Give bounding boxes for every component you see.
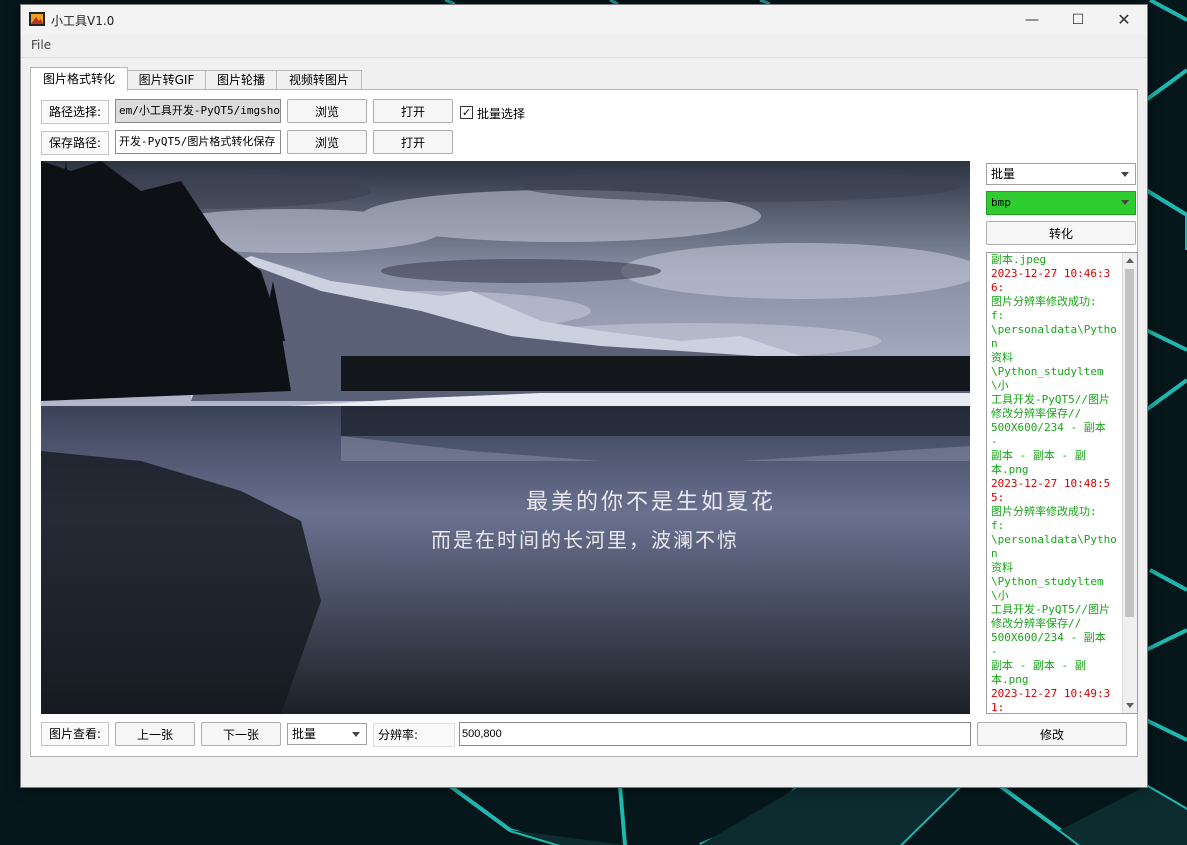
modify-button[interactable]: 修改 xyxy=(977,722,1127,746)
menu-bar: File xyxy=(21,35,1147,58)
format-combo[interactable]: bmp xyxy=(986,191,1136,215)
log-line: 500X600/234 - 副本 - xyxy=(991,631,1106,658)
app-window: 小工具V1.0 — ☐ ✕ File 图片格式转化 图片转GIF 图片轮播 视频… xyxy=(20,4,1148,788)
log-timestamp: 2023-12-27 10:46:36: xyxy=(991,267,1111,294)
resolution-label: 分辨率: xyxy=(373,723,455,747)
log-line: 工具开发-PyQT5//图片 xyxy=(991,603,1110,616)
tab-image-slideshow[interactable]: 图片轮播 xyxy=(205,70,277,90)
log-line: 资料 xyxy=(991,351,1013,364)
app-logo-icon xyxy=(29,12,45,26)
log-line: \Python_studyltem\小 xyxy=(991,365,1104,392)
tab-image-format[interactable]: 图片格式转化 xyxy=(30,67,128,91)
log-line: f: xyxy=(991,309,1005,322)
log-line: 副本 - 副本 - 副 xyxy=(991,449,1086,462)
log-line: \personaldata\Python xyxy=(991,533,1117,560)
log-line: 500X600/234 - 副本 - xyxy=(991,421,1106,448)
maximize-icon[interactable]: ☐ xyxy=(1055,5,1101,35)
next-image-button[interactable]: 下一张 xyxy=(201,722,281,746)
scroll-down-icon[interactable] xyxy=(1126,703,1134,708)
save-path-input[interactable]: 开发-PyQT5/图片格式转化保存 xyxy=(115,130,281,154)
path-browse-button[interactable]: 浏览 xyxy=(287,99,367,123)
resolution-input[interactable]: 500,800 xyxy=(459,722,971,746)
view-mode-combo[interactable]: 批量 xyxy=(287,723,367,745)
path-open-button[interactable]: 打开 xyxy=(373,99,453,123)
prev-image-button[interactable]: 上一张 xyxy=(115,722,195,746)
log-line: 工具开发-PyQT5//图片 xyxy=(991,393,1110,406)
log-scrollbar[interactable] xyxy=(1122,253,1137,713)
log-timestamp: 2023-12-27 10:48:55: xyxy=(991,477,1111,504)
log-line: 资料 xyxy=(991,561,1013,574)
status-bar xyxy=(21,765,1147,787)
log-line: \personaldata\Python xyxy=(991,323,1117,350)
title-bar[interactable]: 小工具V1.0 — ☐ ✕ xyxy=(21,5,1147,35)
log-line: 本.png xyxy=(991,463,1029,476)
batch-select-checkbox[interactable]: ✓ 批量选择 xyxy=(460,105,550,121)
tab-video-to-image[interactable]: 视频转图片 xyxy=(276,70,362,90)
scroll-thumb[interactable] xyxy=(1125,269,1134,617)
chevron-down-icon xyxy=(352,732,360,737)
log-line: 图片分辨率修改成功: xyxy=(991,295,1097,308)
log-lines: 副本.jpeg 2023-12-27 10:46:36: 图片分辨率修改成功: f: \… xyxy=(991,253,1117,714)
preview-photo: 最美的你不是生如夏花 而是在时间的长河里，波澜不惊 xyxy=(41,161,970,714)
chevron-down-icon xyxy=(1121,200,1129,205)
chevron-down-icon xyxy=(1121,172,1129,177)
log-line: 修改分辨率保存// xyxy=(991,407,1082,420)
checkbox-check-icon[interactable]: ✓ xyxy=(460,106,473,119)
tab-image-to-gif[interactable]: 图片转GIF xyxy=(127,70,206,90)
path-input[interactable]: em/小工具开发-PyQT5/imgshow xyxy=(115,99,281,123)
save-open-button[interactable]: 打开 xyxy=(373,130,453,154)
photo-caption-line2: 而是在时间的长河里，波澜不惊 xyxy=(431,528,739,552)
mode-combo-value: 批量 xyxy=(991,167,1016,181)
log-timestamp: 2023-12-27 10:49:31: xyxy=(991,687,1111,714)
minimize-icon[interactable]: — xyxy=(1009,5,1055,35)
window-title: 小工具V1.0 xyxy=(51,14,115,28)
view-label: 图片查看: xyxy=(41,722,109,746)
close-icon[interactable]: ✕ xyxy=(1101,5,1147,35)
save-browse-button[interactable]: 浏览 xyxy=(287,130,367,154)
convert-button[interactable]: 转化 xyxy=(986,221,1136,245)
menu-file[interactable]: File xyxy=(31,38,51,52)
log-line: 副本 - 副本 - 副 xyxy=(991,659,1086,672)
tab-panel: 路径选择: em/小工具开发-PyQT5/imgshow 浏览 打开 ✓ 批量选… xyxy=(30,89,1138,757)
photo-caption-line1: 最美的你不是生如夏花 xyxy=(526,490,776,515)
scroll-up-icon[interactable] xyxy=(1126,258,1134,263)
log-line: 修改分辨率保存// xyxy=(991,617,1082,630)
format-combo-value: bmp xyxy=(991,196,1011,209)
batch-select-label: 批量选择 xyxy=(477,107,526,121)
log-line: 图片分辨率修改成功: xyxy=(991,505,1097,518)
log-line: \Python_studyltem\小 xyxy=(991,575,1104,602)
save-path-label: 保存路径: xyxy=(41,131,109,155)
log-output[interactable]: 副本.jpeg 2023-12-27 10:46:36: 图片分辨率修改成功: f: \… xyxy=(986,252,1138,714)
mode-combo[interactable]: 批量 xyxy=(986,163,1136,185)
log-line: 本.png xyxy=(991,673,1029,686)
image-preview: 最美的你不是生如夏花 而是在时间的长河里，波澜不惊 xyxy=(41,161,970,714)
log-line: 副本.jpeg xyxy=(991,253,1047,266)
path-label: 路径选择: xyxy=(41,100,109,124)
log-line: f: xyxy=(991,519,1005,532)
view-mode-value: 批量 xyxy=(292,727,317,741)
